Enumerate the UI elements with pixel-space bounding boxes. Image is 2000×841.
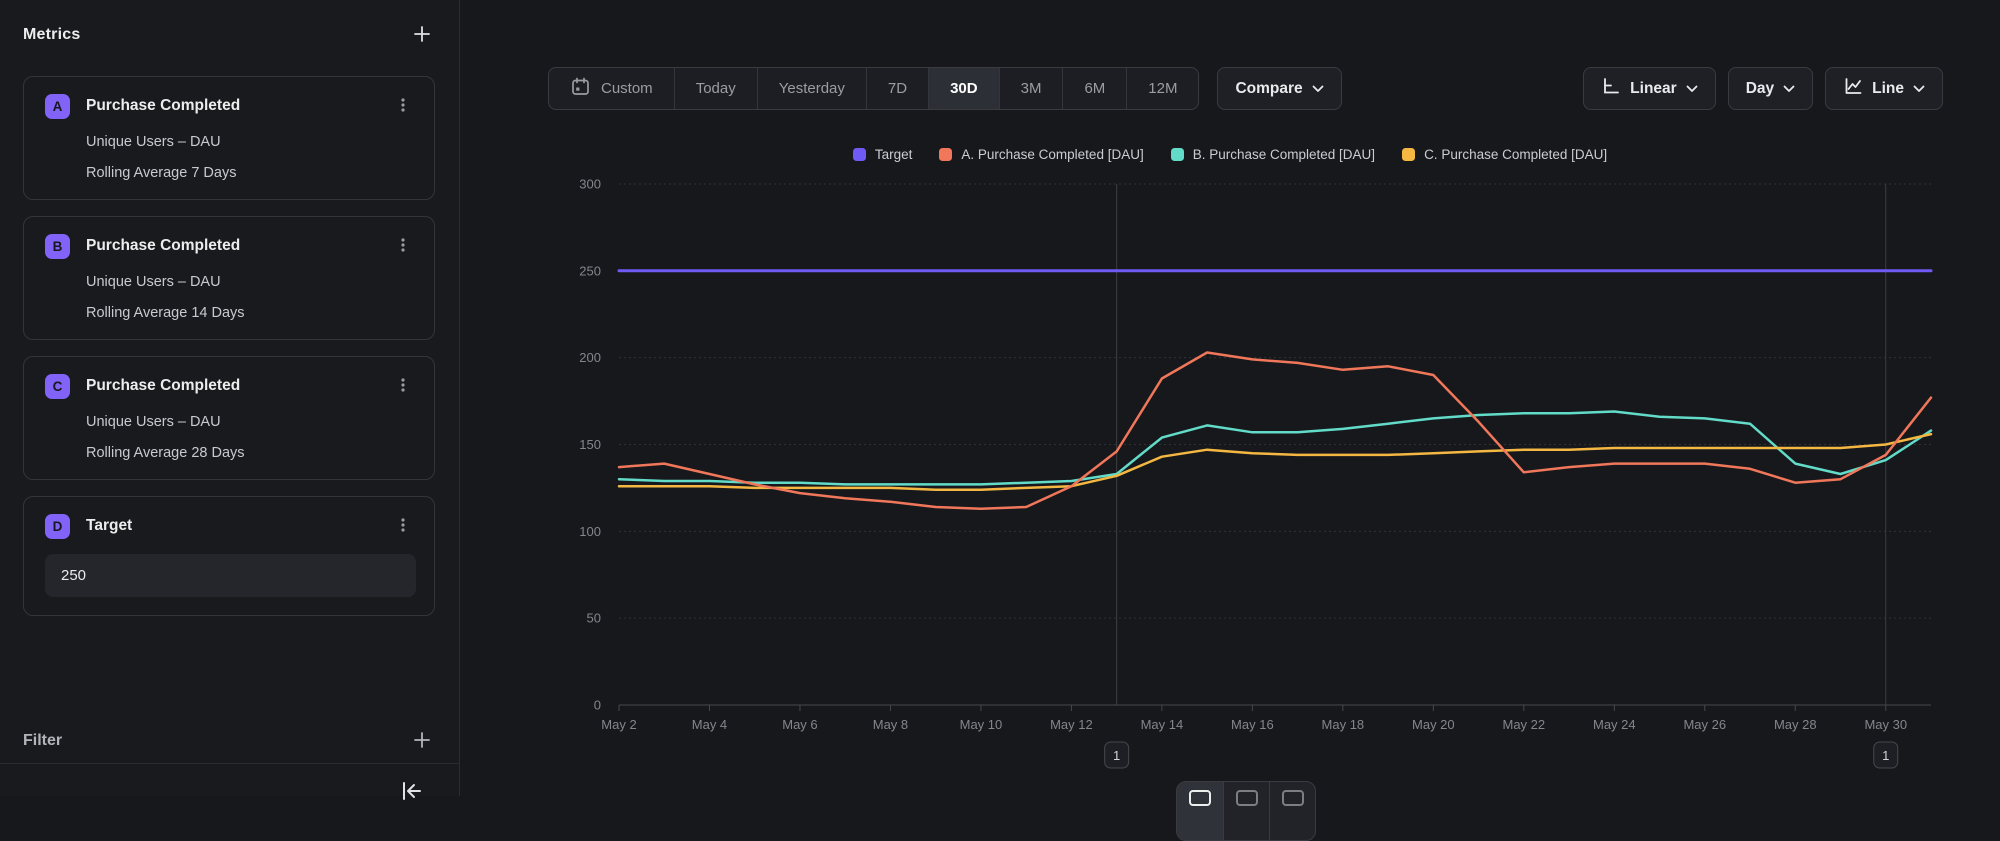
svg-text:May 26: May 26 [1683,717,1726,732]
target-card[interactable]: D Target [23,496,435,616]
svg-text:1: 1 [1882,748,1889,763]
metric-card-c[interactable]: C Purchase Completed Unique Users – DAU … [23,356,435,480]
kebab-icon [395,237,411,256]
svg-text:May 28: May 28 [1774,717,1817,732]
collapse-sidebar-button[interactable] [399,780,423,805]
chart-height-medium-button[interactable] [1223,782,1269,840]
svg-text:200: 200 [579,350,601,365]
svg-text:50: 50 [587,611,601,626]
metric-measure: Unique Users – DAU [86,274,416,290]
svg-text:May 8: May 8 [873,717,908,732]
svg-text:May 14: May 14 [1141,717,1184,732]
metric-title: Purchase Completed [86,237,240,255]
svg-text:May 24: May 24 [1593,717,1636,732]
metric-badge-a: A [45,94,70,119]
kebab-icon [395,377,411,396]
filter-label: Filter [23,732,62,750]
svg-text:May 10: May 10 [960,717,1003,732]
add-filter-button[interactable] [409,728,435,754]
svg-text:250: 250 [579,263,601,278]
metric-measure: Unique Users – DAU [86,134,416,150]
metric-badge-c: C [45,374,70,399]
annotation-badge[interactable]: 1 [1874,742,1898,768]
metric-menu-button[interactable] [390,233,416,259]
metric-card-b[interactable]: B Purchase Completed Unique Users – DAU … [23,216,435,340]
svg-text:May 2: May 2 [601,717,636,732]
metric-rolling-average: Rolling Average 14 Days [86,305,416,321]
sidebar-divider [0,763,460,764]
svg-text:May 4: May 4 [692,717,727,732]
svg-text:100: 100 [579,524,601,539]
svg-text:May 20: May 20 [1412,717,1455,732]
svg-text:May 18: May 18 [1322,717,1365,732]
annotation-badge[interactable]: 1 [1105,742,1129,768]
large-chart-icon [1282,790,1304,806]
svg-text:300: 300 [579,177,601,192]
target-value-input[interactable] [45,554,416,597]
chart-panel: Custom Today Yesterday 7D 30D 3M 6M 12M … [460,0,2000,796]
plus-icon [413,25,431,46]
kebab-icon [395,97,411,116]
svg-text:May 22: May 22 [1503,717,1546,732]
small-chart-icon [1189,790,1211,806]
filter-section: Filter [23,728,435,754]
series-line-3 [619,434,1931,490]
svg-text:May 30: May 30 [1864,717,1907,732]
chart-height-control [1176,781,1316,841]
svg-text:0: 0 [594,698,601,713]
sidebar-title: Metrics [23,26,80,44]
metric-menu-button[interactable] [390,373,416,399]
sidebar-header: Metrics [23,22,435,48]
medium-chart-icon [1236,790,1258,806]
svg-text:1: 1 [1113,748,1120,763]
target-title: Target [86,517,132,535]
metrics-sidebar: Metrics A Purchase Completed Unique User… [0,0,460,796]
metric-badge-d: D [45,514,70,539]
collapse-left-icon [399,790,423,805]
plus-icon [413,731,431,752]
metric-menu-button[interactable] [390,93,416,119]
metric-rolling-average: Rolling Average 7 Days [86,165,416,181]
add-metric-button[interactable] [409,22,435,48]
svg-text:May 12: May 12 [1050,717,1093,732]
svg-text:150: 150 [579,437,601,452]
svg-text:May 6: May 6 [782,717,817,732]
chart-height-small-button[interactable] [1177,782,1223,840]
metric-measure: Unique Users – DAU [86,414,416,430]
metric-title: Purchase Completed [86,377,240,395]
series-line-1 [619,353,1931,509]
chart-height-large-button[interactable] [1269,782,1315,840]
svg-text:May 16: May 16 [1231,717,1274,732]
metric-rolling-average: Rolling Average 28 Days [86,445,416,461]
metric-badge-b: B [45,234,70,259]
metric-title: Purchase Completed [86,97,240,115]
metric-card-a[interactable]: A Purchase Completed Unique Users – DAU … [23,76,435,200]
line-chart[interactable]: 0 50 100 150 200 250 300 May 2 May 4 May 6 May 8 Ma… [460,0,2000,796]
target-menu-button[interactable] [390,513,416,539]
kebab-icon [395,517,411,536]
